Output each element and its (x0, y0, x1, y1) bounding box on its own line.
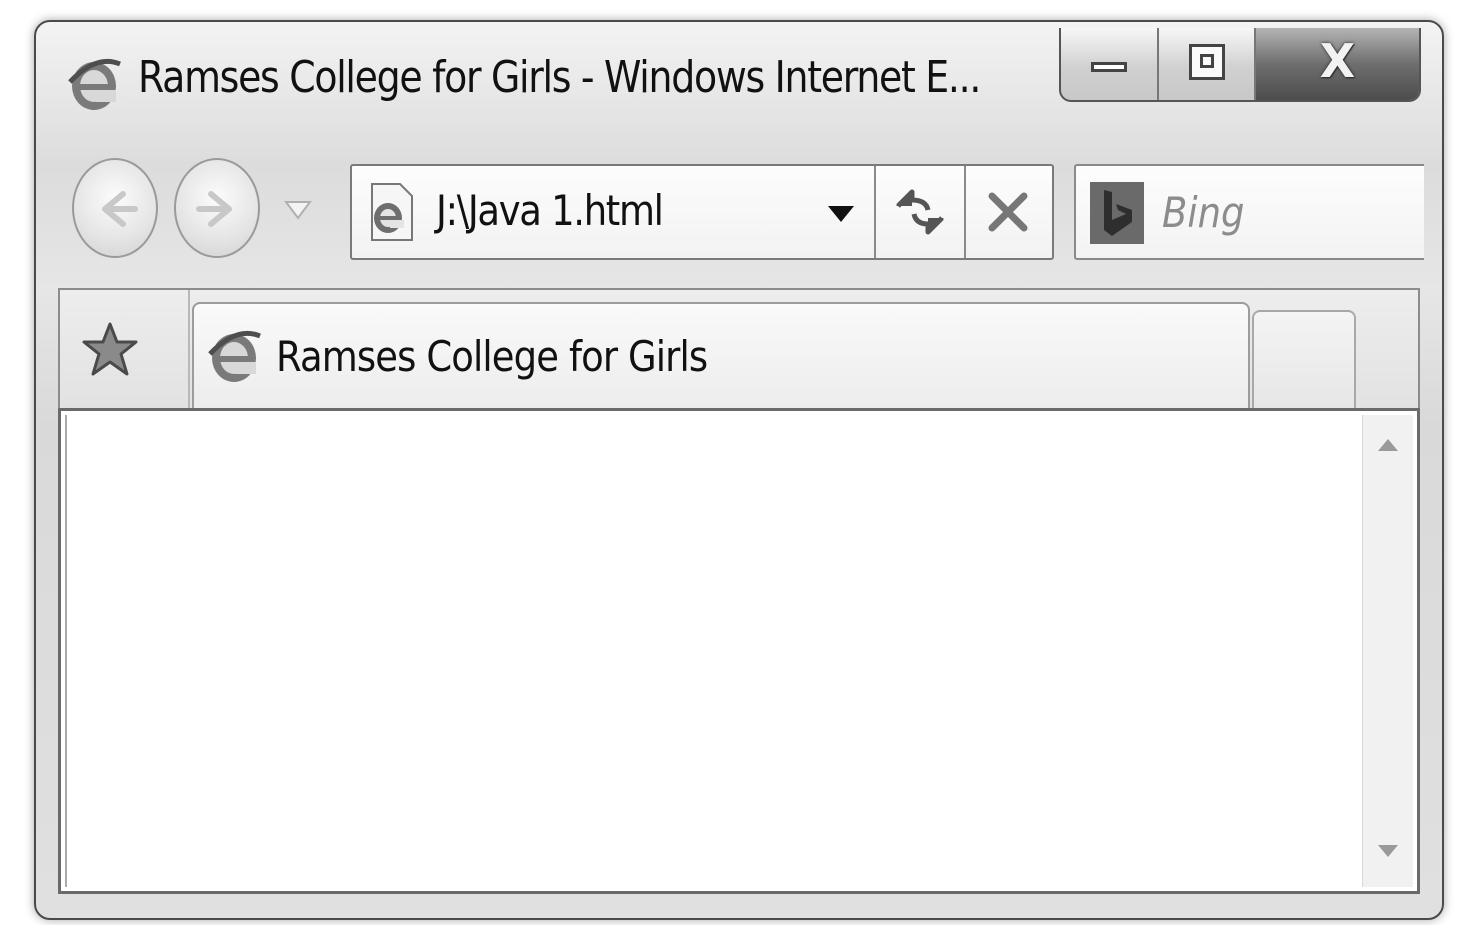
caption-buttons: X (1059, 28, 1421, 102)
favorites-star-icon (82, 322, 138, 376)
tab-ramses-college[interactable]: Ramses College for Girls (192, 302, 1250, 410)
address-dropdown[interactable] (826, 204, 856, 224)
browser-window: Ramses College for Girls - Windows Inter… (34, 20, 1444, 920)
vertical-scrollbar[interactable] (1362, 415, 1413, 887)
page-viewport[interactable] (65, 415, 1361, 887)
restore-button[interactable] (1159, 28, 1256, 100)
address-input[interactable]: J:\Java 1.html (436, 186, 664, 235)
navigation-bar: J:\Java 1.html Bing (36, 150, 1442, 280)
recent-pages-dropdown[interactable] (283, 198, 313, 222)
scroll-up-arrow-icon (1378, 439, 1398, 451)
dropdown-arrow-icon (828, 206, 854, 222)
refresh-icon (896, 189, 944, 235)
scroll-down-arrow-icon (1378, 845, 1398, 857)
favorites-button[interactable] (60, 290, 190, 408)
forward-button[interactable] (174, 158, 260, 258)
ie-page-icon (364, 180, 418, 244)
search-box[interactable]: Bing (1074, 164, 1424, 260)
ie-logo-icon (66, 52, 122, 116)
tab-label: Ramses College for Girls (276, 332, 708, 381)
title-bar[interactable]: Ramses College for Girls - Windows Inter… (36, 22, 1442, 142)
address-bar[interactable]: J:\Java 1.html (350, 164, 1054, 260)
window-title: Ramses College for Girls - Windows Inter… (138, 52, 981, 103)
refresh-button[interactable] (876, 166, 964, 258)
scroll-down-button[interactable] (1363, 833, 1413, 873)
minimize-icon (1091, 62, 1127, 72)
tab-bar: Ramses College for Girls (58, 288, 1420, 410)
forward-arrow-icon (196, 191, 232, 227)
stop-button[interactable] (966, 166, 1052, 258)
content-area (58, 408, 1420, 894)
ie-icon (206, 324, 262, 388)
close-button[interactable]: X (1256, 28, 1419, 100)
scroll-up-button[interactable] (1363, 427, 1413, 467)
stop-icon (988, 192, 1028, 232)
back-button[interactable] (72, 158, 158, 258)
close-icon: X (1319, 34, 1356, 88)
restore-icon (1189, 44, 1225, 80)
dropdown-triangle-icon (284, 201, 312, 220)
back-arrow-icon (102, 191, 138, 227)
bing-icon (1090, 182, 1144, 244)
search-input[interactable]: Bing (1162, 188, 1245, 237)
minimize-button[interactable] (1061, 28, 1159, 100)
new-tab-button[interactable] (1252, 310, 1356, 410)
